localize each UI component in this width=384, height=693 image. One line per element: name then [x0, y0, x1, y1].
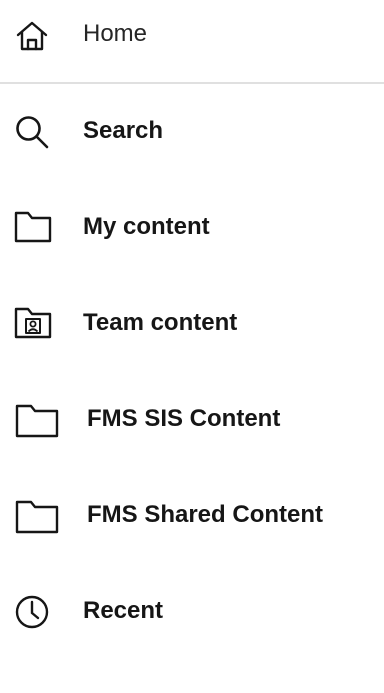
nav-item-label: My content — [83, 213, 210, 240]
side-navigation: Home Search My content Team content FMS … — [0, 0, 384, 693]
folder-icon — [14, 403, 60, 439]
nav-item-label: Home — [83, 20, 148, 47]
search-icon — [13, 113, 51, 151]
clock-icon — [13, 593, 51, 631]
home-icon — [14, 18, 50, 54]
nav-item-label: Search — [83, 117, 164, 144]
nav-item-my-content[interactable]: My content — [0, 197, 384, 257]
nav-item-label: FMS SIS Content — [87, 405, 281, 432]
nav-item-fms-shared-content[interactable]: FMS Shared Content — [0, 485, 384, 545]
nav-item-label: FMS Shared Content — [87, 501, 324, 528]
nav-item-home[interactable]: Home — [0, 4, 384, 64]
nav-item-recent[interactable]: Recent — [0, 580, 384, 640]
nav-item-label: Recent — [83, 597, 164, 624]
nav-item-label: Team content — [83, 309, 238, 336]
nav-item-search[interactable]: Search — [0, 102, 384, 162]
nav-item-team-content[interactable]: Team content — [0, 293, 384, 353]
nav-divider — [0, 82, 384, 84]
nav-item-fms-sis-content[interactable]: FMS SIS Content — [0, 389, 384, 449]
team-folder-icon — [13, 306, 53, 340]
folder-icon — [14, 499, 60, 535]
folder-icon — [13, 210, 53, 244]
